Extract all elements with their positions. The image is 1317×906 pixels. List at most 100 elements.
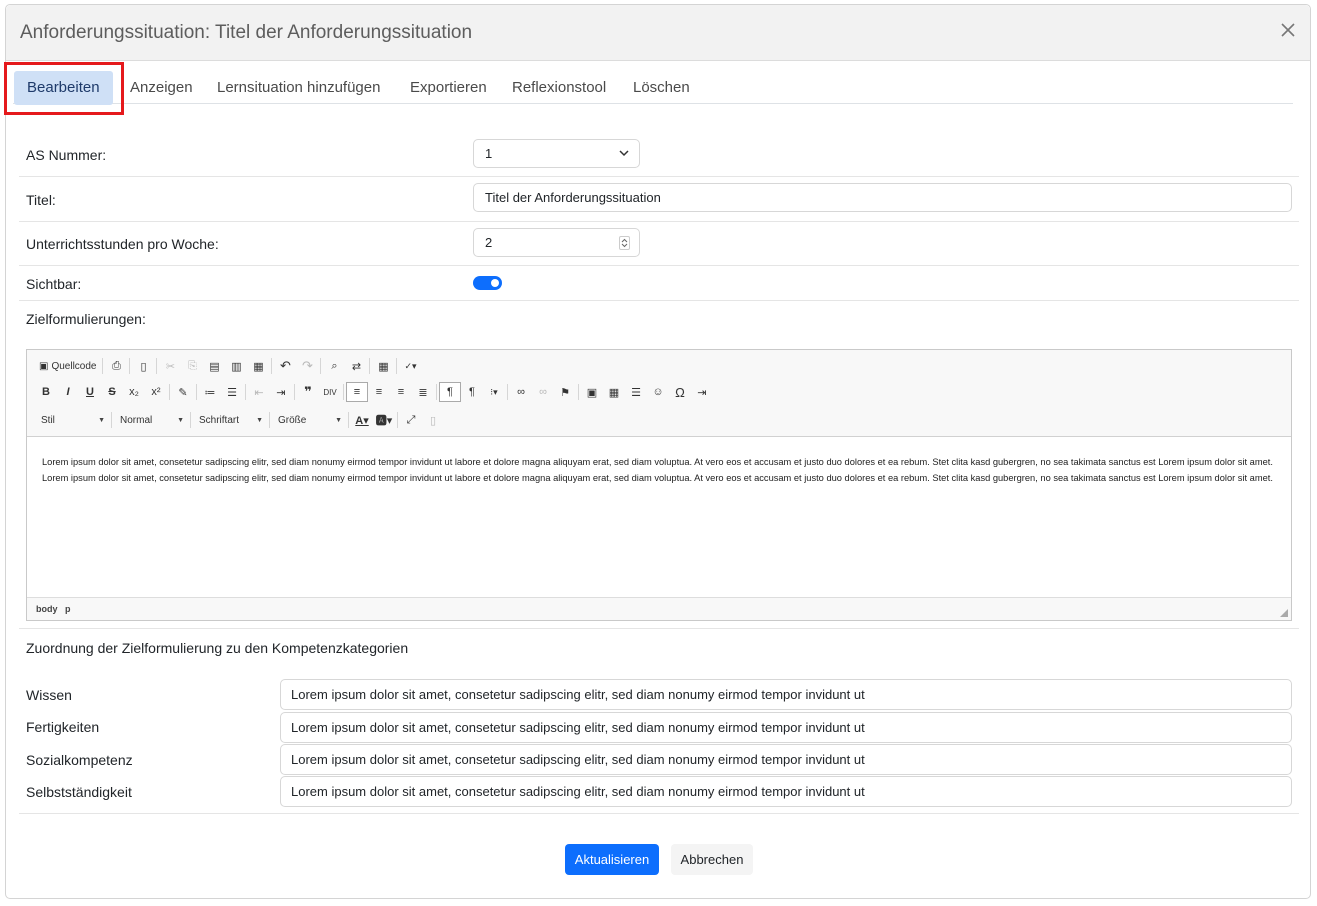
toggle-knob [491, 279, 499, 287]
tab-bearbeiten[interactable]: Bearbeiten [14, 71, 113, 105]
superscript-icon[interactable]: x² [145, 382, 167, 402]
italic-icon[interactable]: I [57, 382, 79, 402]
paste-icon[interactable]: ▤ [203, 356, 225, 376]
template-icon[interactable]: ▯ [132, 356, 154, 376]
anchor-flag-icon[interactable]: ⚑ [554, 382, 576, 402]
path-crumb-p[interactable]: p [65, 604, 71, 614]
indent-icon[interactable]: ⇥ [270, 382, 292, 402]
source-button[interactable]: ▣ Quellcode [35, 356, 100, 376]
titel-value: Titel der Anforderungssituation [485, 190, 661, 205]
div-container-icon[interactable]: DIV [319, 382, 341, 402]
toolbar-separator [294, 384, 295, 400]
smiley-icon[interactable]: ☺ [647, 382, 669, 402]
find-icon[interactable]: ⌕ [323, 356, 345, 376]
table-icon[interactable]: ▦ [603, 382, 625, 402]
select-all-icon[interactable]: ▦ [372, 356, 394, 376]
abbrechen-button[interactable]: Abbrechen [671, 844, 753, 875]
numbered-list-icon[interactable]: ≔ [199, 382, 221, 402]
tab-anzeigen[interactable]: Anzeigen [130, 71, 193, 105]
tab-lernsituation-hinzufuegen[interactable]: Lernsituation hinzufügen [217, 71, 380, 105]
toolbar-separator [156, 358, 158, 374]
replace-icon[interactable]: ⇄ [345, 356, 367, 376]
align-center-icon[interactable]: ≡ [368, 382, 390, 402]
ltr-icon[interactable]: ¶ [439, 382, 461, 402]
language-icon[interactable]: ⁝▾ [483, 382, 505, 402]
resize-grip-icon[interactable] [1280, 609, 1288, 617]
divider [19, 628, 1299, 629]
modal-header: Anforderungssituation: Titel der Anforde… [6, 5, 1310, 61]
justify-icon[interactable]: ≣ [412, 382, 434, 402]
remove-format-icon[interactable]: ✎ [172, 382, 194, 402]
aktualisieren-button[interactable]: Aktualisieren [565, 844, 659, 875]
toolbar-separator [271, 358, 273, 374]
tab-exportieren[interactable]: Exportieren [410, 71, 487, 105]
print-icon[interactable]: ⎙ [105, 356, 127, 376]
zielformulierungen-label: Zielformulierungen: [26, 311, 146, 327]
outdent-icon[interactable]: ⇤ [248, 382, 270, 402]
size-combo[interactable]: Größe ▼ [272, 411, 346, 429]
unlink-icon[interactable]: ∞ [532, 382, 554, 402]
format-combo[interactable]: Normal ▼ [114, 411, 188, 429]
fertigkeiten-label: Fertigkeiten [26, 719, 100, 735]
tab-loeschen[interactable]: Löschen [633, 71, 690, 105]
kompetenzen-title: Zuordnung der Zielformulierung zu den Ko… [26, 640, 409, 656]
editor-content[interactable]: Lorem ipsum dolor sit amet, consetetur s… [42, 454, 1276, 487]
divider [19, 813, 1299, 814]
spinner-arrows-icon[interactable] [619, 236, 630, 250]
style-combo-label: Stil [41, 414, 55, 426]
style-combo[interactable]: Stil ▼ [35, 411, 109, 429]
titel-label: Titel: [26, 192, 56, 208]
text-color-icon[interactable]: A▾ [351, 410, 373, 430]
combo-arrow-icon: ▼ [256, 416, 263, 424]
spellcheck-icon[interactable]: ✓▾ [399, 356, 421, 376]
toolbar-row-3: Stil ▼ Normal ▼ Schriftart ▼ Größe ▼ A▾ 🅰▾ ⤢… [35, 410, 444, 430]
undo-icon[interactable]: ↶ [274, 356, 296, 376]
tab-bar: Bearbeiten Anzeigen Lernsituation hinzuf… [13, 66, 1293, 105]
copy-icon[interactable]: ⎘ [181, 356, 203, 376]
underline-icon[interactable]: U [79, 382, 101, 402]
paste-text-icon[interactable]: ▥ [225, 356, 247, 376]
page-break-icon[interactable]: ⇥ [691, 382, 713, 402]
stunden-value: 2 [485, 235, 493, 250]
fertigkeiten-input[interactable]: Lorem ipsum dolor sit amet, consetetur s… [280, 712, 1292, 743]
sichtbar-label: Sichtbar: [26, 276, 82, 292]
sozialkompetenz-input[interactable]: Lorem ipsum dolor sit amet, consetetur s… [280, 744, 1292, 775]
close-button[interactable] [1278, 20, 1298, 40]
form-row-as-nummer: AS Nummer: 1 [19, 132, 1299, 177]
cut-icon[interactable]: ✂ [159, 356, 181, 376]
tab-reflexionstool[interactable]: Reflexionstool [512, 71, 606, 105]
align-right-icon[interactable]: ≡ [390, 382, 412, 402]
bold-icon[interactable]: B [35, 382, 57, 402]
toolbar-separator [190, 412, 191, 428]
stunden-input[interactable]: 2 [473, 228, 640, 257]
titel-input[interactable]: Titel der Anforderungssituation [473, 183, 1292, 212]
font-combo[interactable]: Schriftart ▼ [193, 411, 267, 429]
sichtbar-toggle[interactable] [473, 276, 502, 290]
strikethrough-icon[interactable]: S [101, 382, 123, 402]
rtl-icon[interactable]: ¶ [461, 382, 483, 402]
show-blocks-icon[interactable]: ▯ [422, 410, 444, 430]
blockquote-icon[interactable]: ❞ [297, 382, 319, 402]
align-left-icon[interactable]: ≡ [346, 382, 368, 402]
modal-title: Anforderungssituation: Titel der Anforde… [20, 22, 473, 43]
as-nummer-select[interactable]: 1 [473, 139, 640, 168]
image-icon[interactable]: ▣ [581, 382, 603, 402]
toolbar-row-1: ▣ Quellcode ⎙ ▯ ✂ ⎘ ▤ ▥ ▦ ↶ ↷ ⌕ ⇄ ▦ ✓▾ [35, 356, 421, 376]
redo-icon[interactable]: ↷ [296, 356, 318, 376]
maximize-icon[interactable]: ⤢ [400, 410, 422, 430]
bulleted-list-icon[interactable]: ☰ [221, 382, 243, 402]
selbststaendigkeit-input[interactable]: Lorem ipsum dolor sit amet, consetetur s… [280, 776, 1292, 807]
link-icon[interactable]: ∞ [510, 382, 532, 402]
editor-element-path: body p [27, 597, 1291, 620]
background-color-icon[interactable]: 🅰▾ [373, 410, 395, 430]
special-char-icon[interactable]: Ω [669, 382, 691, 402]
wissen-input[interactable]: Lorem ipsum dolor sit amet, consetetur s… [280, 679, 1292, 710]
toolbar-separator [111, 412, 112, 428]
form-row-titel: Titel: Titel der Anforderungssituation [19, 176, 1299, 222]
selbststaendigkeit-label: Selbstständigkeit [26, 784, 132, 800]
subscript-icon[interactable]: x₂ [123, 382, 145, 402]
path-crumb-body[interactable]: body [36, 604, 58, 614]
toolbar-separator [507, 384, 508, 400]
horizontal-line-icon[interactable]: ☰ [625, 382, 647, 402]
paste-word-icon[interactable]: ▦ [247, 356, 269, 376]
